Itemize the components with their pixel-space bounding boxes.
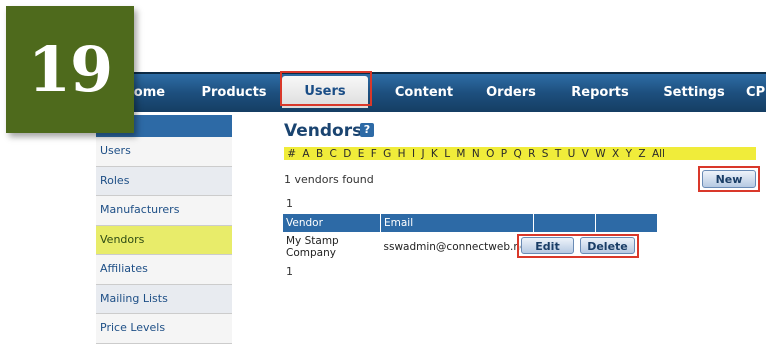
alphabet-filter-link[interactable]: O: [486, 148, 494, 160]
column-header-vendor: Vendor: [283, 214, 381, 232]
sidebar-item-users[interactable]: Users: [96, 137, 232, 167]
alphabet-filter-link[interactable]: W: [595, 148, 605, 160]
alphabet-filter-link[interactable]: T: [555, 148, 561, 160]
pagination-bottom[interactable]: 1: [286, 265, 293, 278]
top-nav-bar: Home Products Users Content Orders Repor…: [96, 72, 766, 112]
alphabet-filter-link[interactable]: Y: [626, 148, 632, 160]
alphabet-filter-link[interactable]: N: [472, 148, 480, 160]
alphabet-filter-link[interactable]: F: [371, 148, 377, 160]
sidebar-item-affiliates[interactable]: Affiliates: [96, 255, 232, 285]
alphabet-filter-link[interactable]: P: [501, 148, 507, 160]
alphabet-filter-link[interactable]: E: [358, 148, 365, 160]
alphabet-filter-link[interactable]: U: [568, 148, 576, 160]
alphabet-filter-bar: # A B C D E F G H I J K L M N O P Q R S T U V W X Y Z All: [284, 147, 756, 160]
alphabet-filter-link[interactable]: S: [542, 148, 549, 160]
sidebar-item-price-levels[interactable]: Price Levels: [96, 314, 232, 344]
alphabet-filter-link[interactable]: K: [431, 148, 438, 160]
alphabet-filter-link[interactable]: B: [316, 148, 323, 160]
tab-content[interactable]: Content: [386, 82, 462, 104]
alphabet-filter-link[interactable]: All: [652, 148, 665, 160]
new-button[interactable]: New: [702, 170, 756, 188]
sidebar-item-manufacturers[interactable]: Manufacturers: [96, 196, 232, 226]
alphabet-filter-link[interactable]: I: [412, 148, 415, 160]
table-header-row: Vendor Email: [283, 214, 659, 232]
step-number-badge: 19: [6, 6, 134, 133]
alphabet-filter-link[interactable]: R: [528, 148, 535, 160]
vendor-name-cell: My Stamp Company: [286, 235, 339, 259]
alphabet-filter-link[interactable]: Z: [638, 148, 645, 160]
tab-settings[interactable]: Settings: [656, 82, 732, 104]
column-header-edit: [533, 214, 597, 232]
edit-button[interactable]: Edit: [521, 237, 574, 254]
page-title: Vendors: [284, 121, 363, 141]
alphabet-filter-link[interactable]: G: [383, 148, 391, 160]
tab-products[interactable]: Products: [196, 82, 272, 104]
alphabet-filter-link[interactable]: Q: [513, 148, 521, 160]
alphabet-filter-link[interactable]: J: [421, 148, 424, 160]
tab-cpi[interactable]: CPI: [738, 82, 766, 104]
tab-orders[interactable]: Orders: [478, 82, 544, 104]
sidebar: Users Users Roles Manufacturers Vendors …: [96, 115, 232, 345]
alphabet-filter-link[interactable]: D: [343, 148, 351, 160]
help-icon[interactable]: ?: [360, 123, 374, 137]
column-header-email: Email: [380, 214, 535, 232]
alphabet-filter-link[interactable]: H: [398, 148, 406, 160]
pagination-top[interactable]: 1: [286, 197, 293, 210]
users-tab-highlight: [280, 71, 372, 106]
column-header-delete: [595, 214, 659, 232]
vendor-email-cell: sswadmin@connectweb.net: [383, 241, 531, 253]
results-count: 1 vendors found: [284, 173, 374, 186]
tab-reports[interactable]: Reports: [564, 82, 636, 104]
alphabet-filter-link[interactable]: L: [444, 148, 450, 160]
sidebar-item-vendors[interactable]: Vendors: [96, 225, 232, 255]
sidebar-item-mailing-lists[interactable]: Mailing Lists: [96, 284, 232, 314]
alphabet-filter-link[interactable]: A: [302, 148, 309, 160]
step-number: 19: [27, 33, 113, 106]
alphabet-filter-link[interactable]: C: [330, 148, 337, 160]
sidebar-item-roles[interactable]: Roles: [96, 166, 232, 196]
alphabet-filter-link[interactable]: M: [456, 148, 465, 160]
delete-button[interactable]: Delete: [580, 237, 635, 254]
alphabet-filter-link[interactable]: #: [287, 148, 296, 160]
alphabet-filter-link[interactable]: X: [612, 148, 619, 160]
alphabet-filter-link[interactable]: V: [582, 148, 589, 160]
